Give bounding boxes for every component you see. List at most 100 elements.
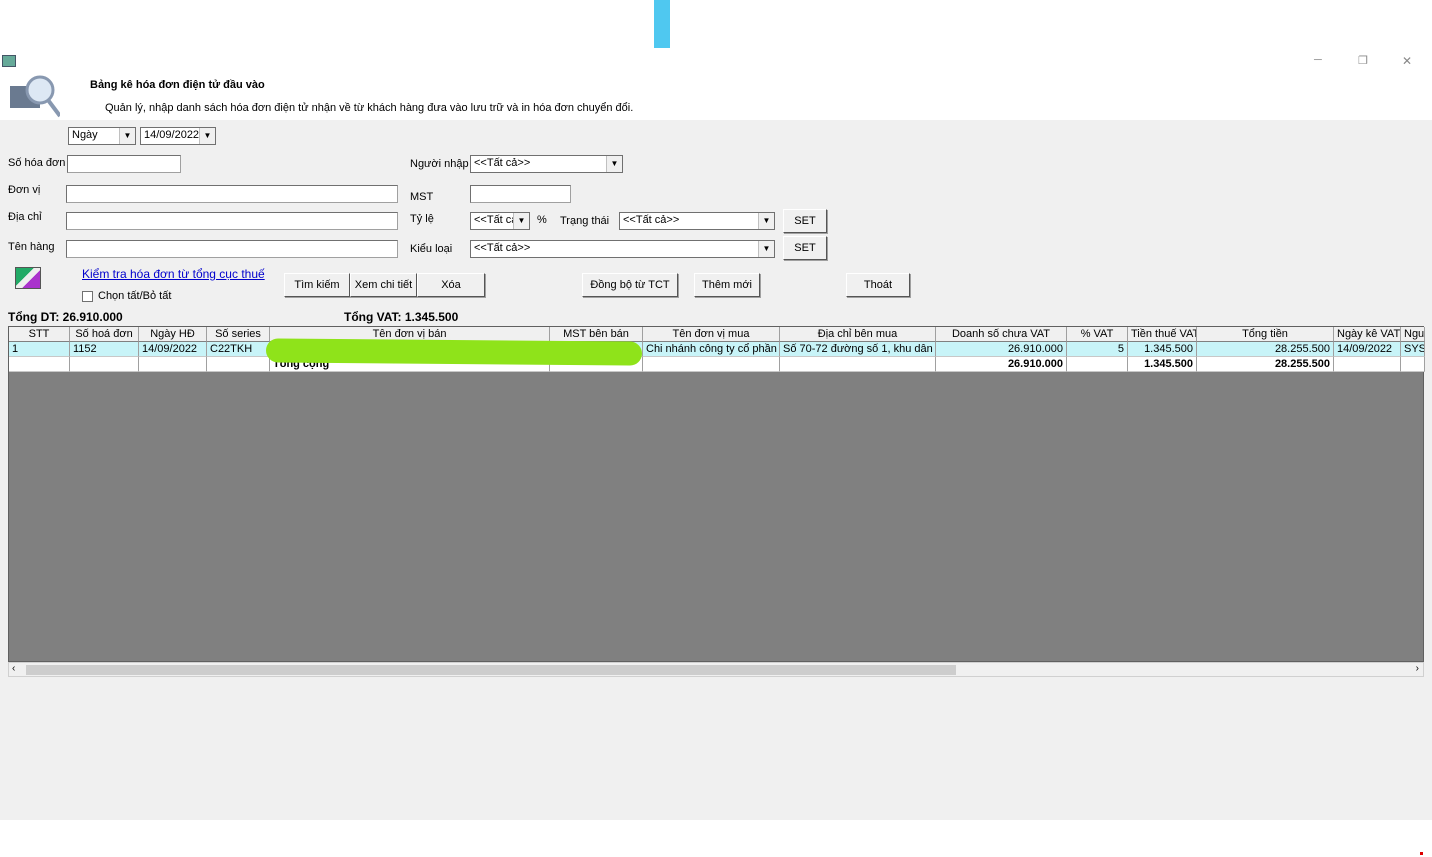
trang-thai-select[interactable]: <<Tất cả>> ▼ [619,212,775,230]
date-select[interactable]: 14/09/2022 ▼ [140,127,216,145]
table-cell: 26.910.000 [936,357,1067,372]
chevron-down-icon: ▼ [199,128,215,144]
table-cell: 28.255.500 [1197,357,1334,372]
table-cell: Số 70-72 đường số 1, khu dân cư [780,342,936,357]
chevron-down-icon: ▼ [758,241,774,257]
table-row[interactable]: 1 1152 14/09/2022 C22TKH Chi nhánh công ty c… [9,342,1425,357]
minimize-button[interactable]: ─ [1314,54,1322,66]
column-header[interactable]: Ngày kê VAT [1334,327,1401,342]
so-hoa-don-input[interactable] [67,155,181,173]
add-button[interactable]: Thêm mới [694,273,760,297]
table-cell: C22TKH [207,342,270,357]
trang-thai-label: Trạng thái [560,215,610,227]
table-cell [139,357,207,372]
mst-input[interactable] [470,185,571,203]
table-cell: 14/09/2022 [139,342,207,357]
dia-chi-label: Địa chỉ [8,211,42,223]
restore-button[interactable]: ❐ [1358,54,1368,67]
column-header[interactable]: Tiền thuế VAT [1128,327,1197,342]
scroll-right-icon[interactable]: › [1416,663,1419,674]
table-cell: 28.255.500 [1197,342,1334,357]
column-header[interactable]: Tên đơn vị mua [643,327,780,342]
date-value: 14/09/2022 [144,129,200,141]
kieu-loai-value: <<Tất cả>> [474,242,531,254]
column-header[interactable]: Địa chỉ bên mua [780,327,936,342]
ty-le-value: <<Tất cả [474,214,518,226]
kieu-loai-label: Kiểu loại [410,243,453,255]
table-cell [1334,357,1401,372]
table-cell [207,357,270,372]
total-row[interactable]: Tổng cộng 26.910.000 1.345.500 28.255.500 [9,357,1425,372]
red-dot [1420,852,1423,855]
table-cell: 1.345.500 [1128,342,1197,357]
chevron-down-icon: ▼ [513,213,529,229]
table-cell [643,357,780,372]
column-header[interactable]: Ngày HĐ [139,327,207,342]
don-vi-label: Đơn vị [8,184,41,196]
table-cell: 1 [9,342,70,357]
magnifier-icon [10,72,62,118]
nguoi-nhap-value: <<Tất cả>> [474,157,531,169]
table-cell: 5 [1067,342,1128,357]
set-kieu-loai-button[interactable]: SET [783,236,827,260]
check-invoice-link[interactable]: Kiểm tra hóa đơn từ tổng cục thuế [82,267,265,281]
kieu-loai-select[interactable]: <<Tất cả>> ▼ [470,240,775,258]
period-type-value: Ngày [72,129,98,141]
scroll-left-icon[interactable]: ‹ [12,663,15,674]
tong-vat: Tổng VAT: 1.345.500 [344,310,459,324]
column-header[interactable]: Số series [207,327,270,342]
exit-button[interactable]: Thoát [846,273,910,297]
column-header[interactable]: % VAT [1067,327,1128,342]
chevron-down-icon: ▼ [606,156,622,172]
scrollbar-thumb[interactable] [26,665,956,675]
dia-chi-input[interactable] [66,212,398,230]
taskbar-indicator [654,0,670,48]
select-all-checkbox[interactable] [82,291,93,302]
table-cell: 26.910.000 [936,342,1067,357]
app-icon [2,55,16,67]
table-cell [1401,357,1425,372]
table-cell: Chi nhánh công ty cổ phần dư [643,342,780,357]
select-all-label: Chọn tất/Bỏ tất [98,290,172,302]
table-cell [9,357,70,372]
invoice-grid[interactable]: STT Số hoá đơn Ngày HĐ Số series Tên đơn vị … [8,326,1425,662]
ty-le-select[interactable]: <<Tất cả ▼ [470,212,530,230]
period-type-select[interactable]: Ngày ▼ [68,127,136,145]
column-header[interactable]: Ngu [1401,327,1425,342]
horizontal-scrollbar[interactable]: ‹ › [8,662,1424,677]
column-header[interactable]: Số hoá đơn [70,327,139,342]
delete-button[interactable]: Xóa [417,273,485,297]
table-cell: 1.345.500 [1128,357,1197,372]
chevron-down-icon: ▼ [758,213,774,229]
mst-label: MST [410,191,434,203]
don-vi-input[interactable] [66,185,398,203]
column-header[interactable]: MST bên bán [550,327,643,342]
percent-label: % [537,214,547,226]
nguoi-nhap-label: Người nhập [410,158,469,170]
column-header[interactable]: Doanh số chưa VAT [936,327,1067,342]
search-button[interactable]: Tìm kiếm [284,273,350,297]
column-header[interactable]: Tổng tiền [1197,327,1334,342]
table-cell: 14/09/2022 [1334,342,1401,357]
set-trang-thai-button[interactable]: SET [783,209,827,233]
table-header[interactable]: STT Số hoá đơn Ngày HĐ Số series Tên đơn vị … [9,327,1425,342]
chevron-down-icon: ▼ [119,128,135,144]
page-subtitle: Quản lý, nhập danh sách hóa đơn điện tử … [105,102,634,114]
table-cell [780,357,936,372]
detail-button[interactable]: Xem chi tiết [350,273,417,297]
tax-check-icon[interactable] [15,267,41,289]
close-button[interactable]: ✕ [1402,54,1412,68]
nguoi-nhap-select[interactable]: <<Tất cả>> ▼ [470,155,623,173]
column-header[interactable]: STT [9,327,70,342]
so-hoa-don-label: Số hóa đơn [8,157,66,169]
table-cell: SYS [1401,342,1425,357]
trang-thai-value: <<Tất cả>> [623,214,680,226]
tong-dt: Tổng DT: 26.910.000 [8,310,123,324]
sync-button[interactable]: Đồng bộ từ TCT [582,273,678,297]
table-cell [70,357,139,372]
table-cell [1067,357,1128,372]
page-title: Bảng kê hóa đơn điện tử đầu vào [90,79,265,91]
redaction-mark [265,338,643,366]
ten-hang-label: Tên hàng [8,241,55,253]
ten-hang-input[interactable] [66,240,398,258]
